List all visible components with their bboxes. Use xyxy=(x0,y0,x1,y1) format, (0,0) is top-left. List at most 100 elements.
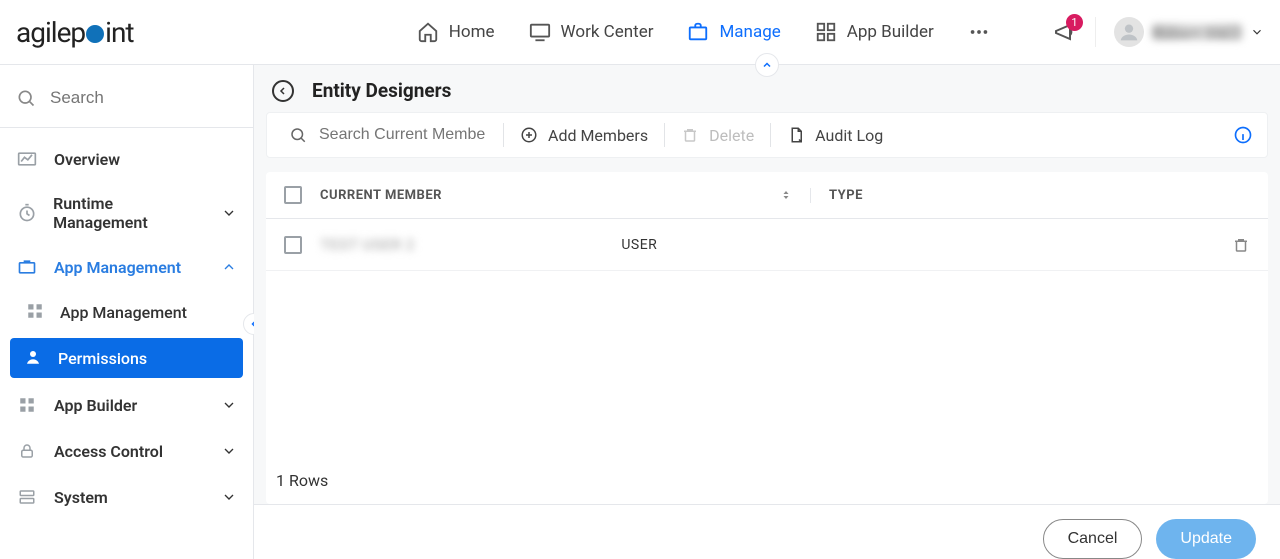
members-grid: CURRENT MEMBER TYPE TEST USER 2 USER xyxy=(266,172,1268,504)
column-current-member[interactable]: CURRENT MEMBER xyxy=(284,186,810,204)
sidebar-item-label: App Builder xyxy=(54,396,137,415)
action-footer: Cancel Update xyxy=(254,504,1280,559)
audit-log-button[interactable]: Audit Log xyxy=(771,113,899,157)
sidebar-item-app-management[interactable]: App Management xyxy=(0,244,253,290)
nav-work-center[interactable]: Work Center xyxy=(529,21,654,43)
user-display-name: Robert Ste... xyxy=(1152,24,1242,40)
member-name-cell: TEST USER 2 xyxy=(320,235,415,254)
add-members-button[interactable]: Add Members xyxy=(504,113,664,157)
sidebar-item-access-control[interactable]: Access Control xyxy=(0,428,253,474)
sidebar-item-label: System xyxy=(54,488,108,507)
row-count: 1 Rows xyxy=(276,471,328,490)
sidebar-item-app-builder[interactable]: App Builder xyxy=(0,382,253,428)
grid-icon xyxy=(26,302,46,322)
sidebar-item-label: App Management xyxy=(54,258,181,277)
server-icon xyxy=(16,486,38,508)
nav-app-builder-label: App Builder xyxy=(847,22,934,42)
search-icon xyxy=(289,126,307,144)
page-title: Entity Designers xyxy=(312,79,451,102)
cancel-button[interactable]: Cancel xyxy=(1043,519,1143,559)
nav-home-label: Home xyxy=(449,22,495,42)
grid-header: CURRENT MEMBER TYPE xyxy=(266,172,1268,219)
nav-more[interactable] xyxy=(968,21,990,43)
briefcase-icon xyxy=(687,21,709,43)
sidebar-item-label: Access Control xyxy=(54,442,163,461)
person-icon xyxy=(24,348,44,368)
sidebar-nav: Overview Runtime Management App Manageme… xyxy=(0,128,253,528)
sidebar-item-system[interactable]: System xyxy=(0,474,253,520)
sidebar-item-label: Runtime Management xyxy=(53,194,205,232)
column-type[interactable]: TYPE xyxy=(810,188,1250,203)
sidebar-search[interactable] xyxy=(0,73,253,128)
audit-log-label: Audit Log xyxy=(815,126,883,145)
row-delete-button[interactable] xyxy=(1232,236,1250,254)
nav-manage[interactable]: Manage xyxy=(687,21,780,43)
sidebar-item-label: App Management xyxy=(60,303,187,322)
sidebar: Overview Runtime Management App Manageme… xyxy=(0,65,254,559)
apps-grid-icon xyxy=(815,21,837,43)
chevron-down-icon xyxy=(221,443,237,459)
sidebar-search-input[interactable] xyxy=(48,87,237,109)
avatar-icon xyxy=(1114,17,1144,47)
sidebar-item-overview[interactable]: Overview xyxy=(0,136,253,182)
nav-home[interactable]: Home xyxy=(417,21,495,43)
chevron-down-icon xyxy=(1250,25,1264,39)
home-icon xyxy=(417,21,439,43)
chevron-down-icon xyxy=(221,205,237,221)
briefcase-icon xyxy=(16,256,38,278)
document-icon xyxy=(787,126,805,144)
back-button[interactable] xyxy=(272,80,294,102)
cancel-label: Cancel xyxy=(1068,530,1118,548)
stopwatch-icon xyxy=(16,202,37,224)
nav-app-builder[interactable]: App Builder xyxy=(815,21,934,43)
panel-collapse-toggle[interactable] xyxy=(755,53,779,77)
header-right: 1 Robert Ste... xyxy=(1053,17,1264,47)
sidebar-subitem-permissions[interactable]: Permissions xyxy=(10,338,243,378)
trash-icon xyxy=(681,126,699,144)
app-body: Overview Runtime Management App Manageme… xyxy=(0,64,1280,559)
sidebar-subitem-app-management[interactable]: App Management xyxy=(0,290,253,334)
search-icon xyxy=(16,88,36,108)
app-header: agilep int Home Work Center Manage xyxy=(0,0,1280,64)
chevron-down-icon xyxy=(221,489,237,505)
add-members-label: Add Members xyxy=(548,126,648,145)
sidebar-item-label: Overview xyxy=(54,150,120,169)
update-button[interactable]: Update xyxy=(1156,519,1256,559)
chevron-up-icon xyxy=(221,259,237,275)
logo-text-suffix: int xyxy=(105,16,133,49)
sidebar-item-label: Permissions xyxy=(58,349,147,368)
delete-label: Delete xyxy=(709,126,754,145)
nav-work-center-label: Work Center xyxy=(561,22,654,42)
table-row[interactable]: TEST USER 2 USER xyxy=(266,219,1268,271)
toolbar-search-input[interactable] xyxy=(317,125,487,145)
more-horizontal-icon xyxy=(968,21,990,43)
primary-nav: Home Work Center Manage App Builder xyxy=(197,21,990,43)
type-cell: USER xyxy=(603,237,1043,253)
chevron-down-icon xyxy=(221,397,237,413)
notification-badge: 1 xyxy=(1066,14,1083,31)
info-button[interactable] xyxy=(1233,125,1261,145)
logo-dot-icon xyxy=(86,25,104,43)
user-menu[interactable]: Robert Ste... xyxy=(1114,17,1264,47)
select-all-checkbox[interactable] xyxy=(284,186,302,204)
sort-icon[interactable] xyxy=(780,188,792,202)
column-header-label: TYPE xyxy=(829,188,863,203)
brand-logo: agilep int xyxy=(16,16,134,49)
update-label: Update xyxy=(1180,530,1232,548)
members-toolbar: Add Members Delete Audit Log xyxy=(266,112,1268,158)
chart-line-icon xyxy=(16,148,38,170)
row-checkbox[interactable] xyxy=(284,236,302,254)
delete-button[interactable]: Delete xyxy=(665,113,770,157)
grid-icon xyxy=(16,394,38,416)
plus-circle-icon xyxy=(520,126,538,144)
logo-text-prefix: agilep xyxy=(16,16,85,49)
column-header-label: CURRENT MEMBER xyxy=(320,188,442,203)
sidebar-item-runtime-management[interactable]: Runtime Management xyxy=(0,182,253,244)
nav-manage-label: Manage xyxy=(719,22,780,42)
divider xyxy=(1095,17,1096,47)
monitor-icon xyxy=(529,21,551,43)
notifications-button[interactable]: 1 xyxy=(1053,20,1077,44)
lock-icon xyxy=(16,440,38,462)
main-panel: Entity Designers Add Members xyxy=(254,65,1280,559)
toolbar-search[interactable] xyxy=(273,113,503,157)
